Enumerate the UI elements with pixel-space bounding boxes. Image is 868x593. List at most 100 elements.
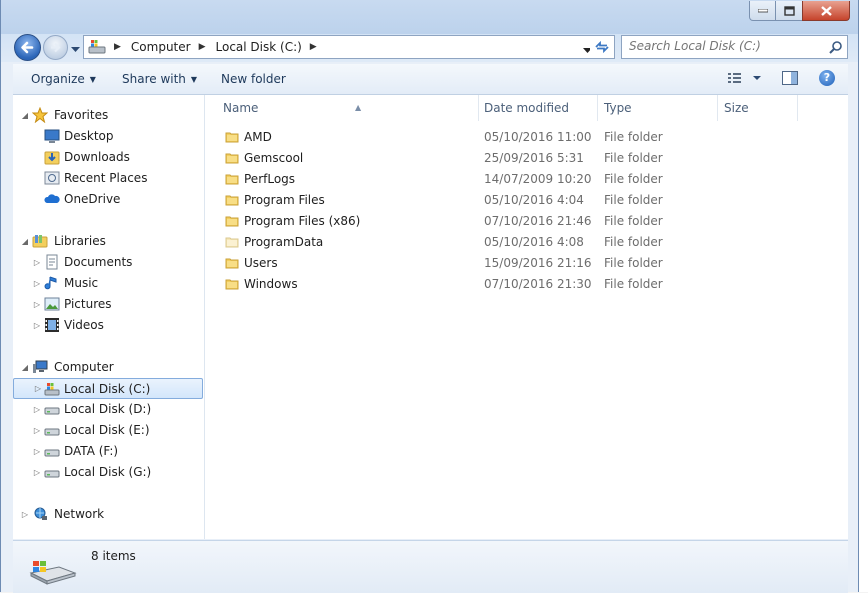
column-header-size[interactable]: Size [718,95,798,121]
maximize-button[interactable] [775,1,803,21]
file-row[interactable]: Program Files (x86) 07/10/2016 21:46 File … [205,211,848,232]
file-name: Program Files (x86) [244,214,361,228]
breadcrumb-computer[interactable]: Computer [131,40,191,54]
nav-pictures[interactable]: ▷ Pictures [13,294,203,314]
nav-local-disk-c-label: Local Disk (C:) [64,381,151,396]
expand-arrow-icon[interactable]: ▷ [32,426,42,435]
file-row[interactable]: Program Files 05/10/2016 4:04 File folder [205,190,848,211]
breadcrumb-separator-icon[interactable]: ▶ [114,42,121,52]
column-header-name[interactable]: Name ▲ [217,95,479,121]
breadcrumb-separator-icon[interactable]: ▶ [310,42,317,52]
nav-videos[interactable]: ▷ Videos [13,315,203,335]
drive-icon [44,428,60,436]
collapse-arrow-icon[interactable]: ◢ [20,111,30,120]
column-header-type[interactable]: Type [598,95,718,121]
close-button[interactable] [802,1,850,21]
close-icon [820,5,832,16]
nav-recent-places[interactable]: Recent Places [13,168,203,188]
file-row[interactable]: PerfLogs 14/07/2009 10:20 File folder [205,169,848,190]
file-row[interactable]: Users 15/09/2016 21:16 File folder [205,253,848,274]
nav-local-disk-c[interactable]: ▷ Local Disk (C:) [13,378,203,399]
nav-network[interactable]: ▷ Network [13,504,203,524]
file-type: File folder [604,277,663,291]
recent-pages-button[interactable] [71,42,80,56]
nav-music[interactable]: ▷ Music [13,273,203,293]
organize-button[interactable]: Organize ▼ [31,72,96,86]
expand-arrow-icon[interactable]: ▷ [32,468,42,477]
search-input[interactable] [622,36,825,56]
folder-icon [225,132,239,143]
file-type: File folder [604,214,663,228]
nav-computer[interactable]: ◢ Computer [13,357,203,377]
item-count: 8 items [91,549,136,563]
address-bar[interactable]: ▶ Computer ▶ Local Disk (C:) ▶ [83,35,601,59]
breadcrumb-separator-icon[interactable]: ▶ [199,42,206,52]
file-name: Windows [244,277,298,291]
nav-local-disk-g[interactable]: ▷ Local Disk (G:) [13,462,203,482]
column-header-date[interactable]: Date modified [478,95,598,121]
expand-arrow-icon[interactable]: ▷ [33,384,43,393]
nav-favorites[interactable]: ◢ Favorites [13,105,203,125]
nav-videos-label: Videos [64,318,104,332]
help-button[interactable]: ? [819,70,835,86]
details-view-icon [728,73,761,83]
nav-documents[interactable]: ▷ Documents [13,252,203,272]
nav-local-disk-g-label: Local Disk (G:) [64,465,152,479]
nav-desktop[interactable]: Desktop [13,126,203,146]
expand-arrow-icon[interactable]: ▷ [32,447,42,456]
file-row[interactable]: ProgramData 05/10/2016 4:08 File folder [205,232,848,253]
cloud-icon [44,194,60,203]
preview-pane-button[interactable] [782,71,798,88]
minimize-button[interactable] [749,1,776,21]
nav-onedrive[interactable]: OneDrive [13,189,203,209]
refresh-button[interactable] [590,35,615,59]
explorer-window: ▶ Computer ▶ Local Disk (C:) ▶ Organize ▼… [0,0,859,593]
file-row[interactable]: AMD 05/10/2016 11:00 File folder [205,127,848,148]
recent-places-icon [44,171,60,185]
collapse-arrow-icon[interactable]: ◢ [20,237,30,246]
expand-arrow-icon[interactable]: ▷ [32,279,42,288]
back-arrow-icon [21,41,34,54]
expand-arrow-icon[interactable]: ▷ [32,300,42,309]
expand-arrow-icon[interactable]: ▷ [20,510,30,519]
folder-icon [225,174,239,185]
navigation-pane: ◢ Favorites Desktop Downloads Recent Pla… [13,95,205,539]
command-bar: Organize ▼ Share with ▼ New folder ? [13,64,848,95]
nav-data-f[interactable]: ▷ DATA (F:) [13,441,203,461]
file-row[interactable]: Gemscool 25/09/2016 5:31 File folder [205,148,848,169]
nav-data-f-label: DATA (F:) [64,444,119,458]
pictures-icon [44,297,60,311]
share-with-button[interactable]: Share with ▼ [122,72,197,86]
file-type: File folder [604,256,663,270]
file-name: Users [244,256,278,270]
nav-music-label: Music [64,276,99,290]
chevron-down-icon: ▼ [190,75,198,84]
new-folder-button[interactable]: New folder [221,72,286,86]
search-icon[interactable] [829,40,843,54]
documents-icon [46,254,58,270]
back-button[interactable] [14,34,41,61]
expand-arrow-icon[interactable]: ▷ [32,405,42,414]
network-icon [34,507,47,520]
file-date-modified: 05/10/2016 4:08 [484,235,584,249]
windows-drive-icon [29,561,77,585]
file-date-modified: 14/07/2009 10:20 [484,172,592,186]
sort-ascending-icon: ▲ [355,103,362,112]
nav-favorites-label: Favorites [54,108,109,122]
nav-local-disk-d-label: Local Disk (D:) [64,402,152,416]
forward-button[interactable] [43,35,68,60]
file-type: File folder [604,193,663,207]
file-row[interactable]: Windows 07/10/2016 21:30 File folder [205,274,848,295]
nav-libraries[interactable]: ◢ Libraries [13,231,203,251]
nav-local-disk-e[interactable]: ▷ Local Disk (E:) [13,420,203,440]
change-view-button[interactable] [727,71,767,88]
collapse-arrow-icon[interactable]: ◢ [20,363,30,372]
expand-arrow-icon[interactable]: ▷ [32,321,42,330]
nav-recent-places-label: Recent Places [64,171,148,185]
breadcrumb-local-disk-c[interactable]: Local Disk (C:) [216,40,302,54]
chevron-down-icon [71,47,80,52]
expand-arrow-icon[interactable]: ▷ [32,258,42,267]
nav-local-disk-d[interactable]: ▷ Local Disk (D:) [13,399,203,419]
file-date-modified: 05/10/2016 11:00 [484,130,592,144]
nav-downloads[interactable]: Downloads [13,147,203,167]
